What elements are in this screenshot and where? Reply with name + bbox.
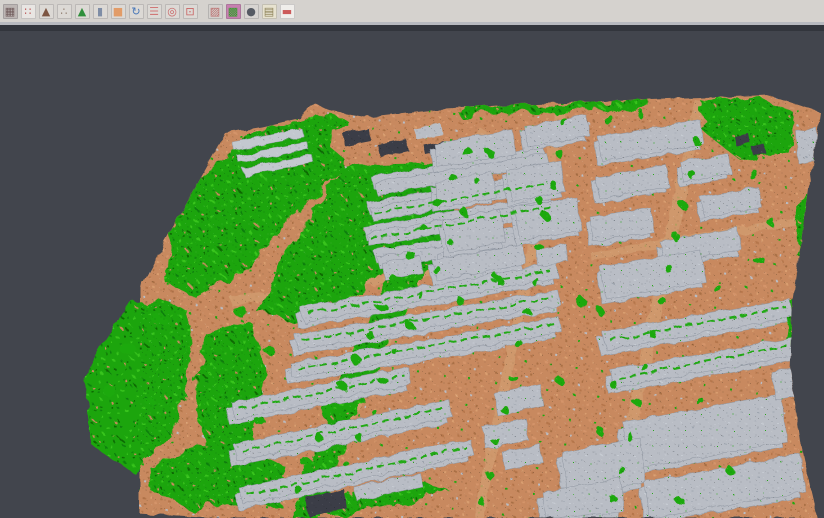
select-tool-icon: ▦ [5,6,15,17]
classify-points-icon: ∷ [25,6,32,17]
profile-view-button[interactable]: ▮ [93,4,108,19]
viewport-3d[interactable] [0,31,824,517]
refresh-view-button[interactable]: ↻ [129,4,144,19]
ortho-map-icon: ▩ [228,6,238,17]
zoom-extent-icon: ⊡ [185,6,194,17]
zoom-extent-button[interactable]: ⊡ [183,4,198,19]
terrain-model [56,86,824,518]
area-select-icon: ■ [113,6,123,17]
classify-points-button[interactable]: ∷ [21,4,36,19]
circle-select-icon: ◎ [167,6,177,17]
point-cloud-canvas[interactable] [0,31,824,518]
table-view-button[interactable]: ☰ [147,4,162,19]
terrain-model-brown-icon: ▲ [42,6,50,17]
speckle-overlay [140,86,824,518]
toolbar-separator [199,4,206,19]
circle-select-button[interactable]: ◎ [165,4,180,19]
point-cloud-icon: ∴ [61,6,68,17]
point-cloud-button[interactable]: ∴ [57,4,72,19]
terrain-model-green-button[interactable]: ▲ [75,4,90,19]
ortho-map-button[interactable]: ▩ [226,4,241,19]
profile-view-icon: ▮ [97,6,103,17]
grid-classify-button[interactable]: ▨ [208,4,223,19]
annotate-sheet-button[interactable]: ▤ [262,4,277,19]
measure-button[interactable]: ▬ [280,4,295,19]
area-select-button[interactable]: ■ [111,4,126,19]
terrain-model-green-icon: ▲ [78,6,86,17]
globe-view-icon: ● [246,6,256,17]
table-view-icon: ☰ [149,6,159,17]
annotate-sheet-icon: ▤ [264,6,274,17]
terrain-model-brown-button[interactable]: ▲ [39,4,54,19]
toolbar: ▦ ∷ ▲ ∴ ▲ ▮ ■ ↻ ☰ ◎ ⊡ ▨ ▩ ● ▤ ▬ [0,0,824,22]
measure-icon: ▬ [282,6,292,17]
grid-classify-icon: ▨ [210,6,220,17]
globe-view-button[interactable]: ● [244,4,259,19]
refresh-view-icon: ↻ [131,6,140,17]
select-tool-button[interactable]: ▦ [3,4,18,19]
